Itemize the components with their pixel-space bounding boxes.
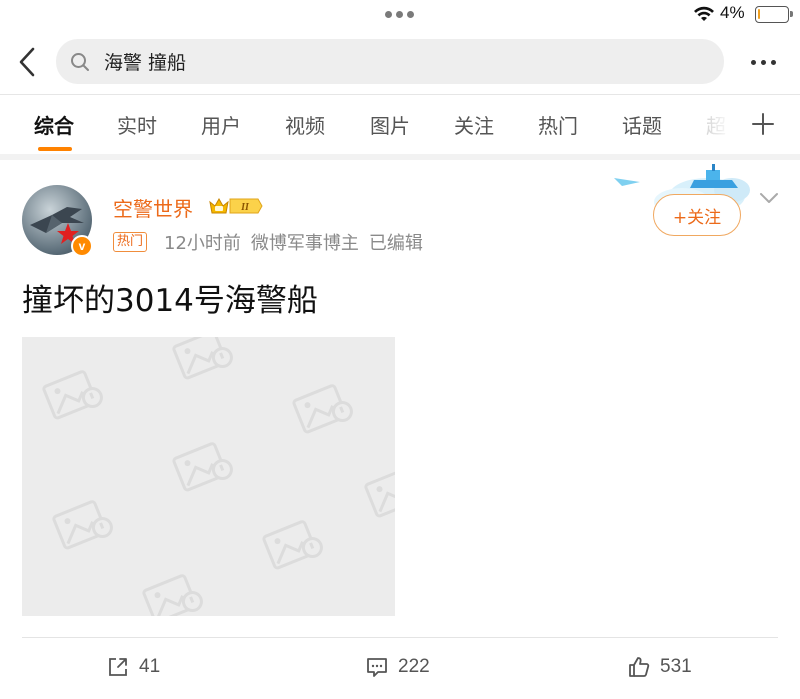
search-tabs: 综合 实时 用户 视频 图片 关注 热门 话题 超 (0, 96, 800, 154)
post-meta: 12小时前 微博军事博主 已编辑 (164, 229, 433, 255)
hot-tag: 热门 (113, 232, 148, 252)
search-bar[interactable] (56, 39, 724, 84)
tab-users[interactable]: 用户 (201, 110, 241, 139)
username[interactable]: 空警世界 (113, 193, 193, 222)
vip-level: II (240, 202, 250, 213)
edited-label: 已编辑 (368, 233, 423, 254)
verified-badge-icon: v (71, 235, 93, 257)
image-placeholder-icon (52, 500, 113, 550)
divider (0, 94, 800, 95)
comment-button[interactable]: 222 (366, 656, 430, 678)
search-icon (71, 52, 89, 71)
chevron-down-icon[interactable] (758, 190, 780, 206)
post-text: 撞坏的3014号海警船 (22, 283, 318, 319)
post-time: 12小时前 (164, 233, 241, 254)
image-placeholder-icon (142, 574, 203, 616)
battery-percent: 4% (720, 3, 745, 22)
more-options-button[interactable] (745, 52, 781, 72)
comment-icon (367, 658, 387, 677)
tab-hot[interactable]: 热门 (538, 110, 578, 139)
tab-following[interactable]: 关注 (454, 110, 494, 139)
repost-button[interactable]: 41 (107, 656, 160, 678)
crown-icon: II (209, 197, 263, 214)
battery-icon (755, 6, 793, 23)
like-button[interactable]: 531 (628, 656, 692, 678)
tab-overflow-fade (700, 96, 740, 154)
repost-count: 41 (139, 656, 161, 677)
image-placeholder-icon (292, 384, 353, 434)
wifi-icon (694, 6, 714, 21)
status-bar: 4% (0, 0, 800, 30)
image-placeholder-icon (262, 520, 323, 570)
battery-level (758, 9, 760, 19)
tab-videos[interactable]: 视频 (285, 110, 325, 139)
like-count: 531 (660, 656, 692, 677)
tab-images[interactable]: 图片 (370, 110, 410, 139)
add-tab-icon[interactable] (749, 110, 777, 138)
post-source: 微博军事博主 (250, 233, 359, 254)
search-input[interactable] (104, 50, 664, 73)
tab-topics[interactable]: 话题 (622, 110, 662, 139)
thumbs-up-icon (629, 657, 650, 677)
image-placeholder-icon (364, 468, 395, 518)
post-image-placeholder[interactable] (22, 337, 395, 616)
active-tab-indicator (38, 147, 72, 151)
divider (22, 637, 778, 638)
vip-badge: II (208, 195, 264, 217)
tab-realtime[interactable]: 实时 (117, 110, 157, 139)
chevron-left-icon (19, 47, 35, 77)
image-placeholder-icon (42, 370, 103, 420)
share-icon (109, 658, 127, 676)
image-placeholder-icon (172, 337, 233, 380)
comment-count: 222 (398, 656, 430, 677)
back-button[interactable] (12, 44, 42, 80)
multitask-dots-icon[interactable] (385, 11, 414, 18)
image-placeholder-icon (172, 442, 233, 492)
follow-button[interactable]: +关注 (653, 194, 741, 236)
tab-comprehensive[interactable]: 综合 (34, 110, 74, 139)
